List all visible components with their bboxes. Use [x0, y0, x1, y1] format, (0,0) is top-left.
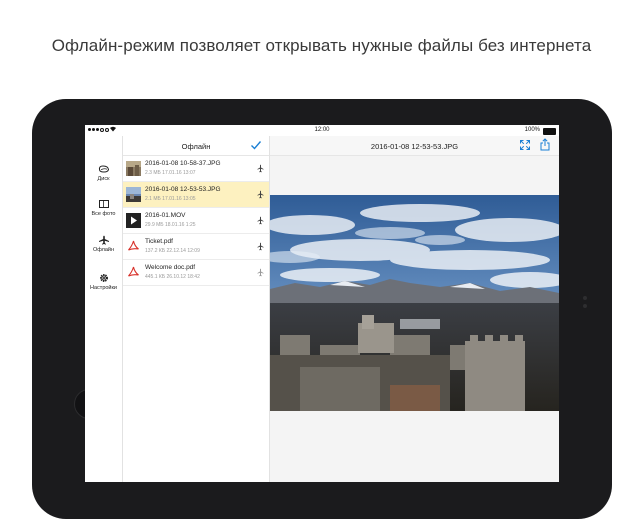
- image-thumbnail: [126, 187, 141, 202]
- sidebar-item-label: Диск: [97, 176, 110, 182]
- file-name: 2016-01.MOV: [145, 212, 186, 219]
- headline: Офлайн-режим позволяет открывать нужные …: [51, 36, 592, 55]
- pdf-icon: [128, 266, 139, 277]
- file-name: Ticket.pdf: [145, 238, 173, 245]
- airplane-icon: [257, 268, 264, 277]
- sidebar-item-settings[interactable]: Настройки: [85, 273, 122, 291]
- airplane-icon: [257, 216, 264, 225]
- sidebar-item-disk[interactable]: Диск: [85, 164, 122, 182]
- file-meta: 2.1 МБ 17.01.16 13:05: [145, 196, 196, 202]
- battery-icon: [543, 128, 556, 135]
- status-time: 12:00: [314, 127, 330, 133]
- video-thumbnail: [126, 213, 141, 228]
- sidebar: Диск Все фото Офлайн Настройки: [85, 136, 123, 482]
- file-meta: 445.1 КБ 26.10.12 18:42: [145, 274, 200, 280]
- file-name: Welcome doc.pdf: [145, 264, 196, 271]
- airplane-icon: [257, 164, 264, 173]
- panel-title: Офлайн: [181, 142, 211, 151]
- file-name: 2016-01-08 12-53-53.JPG: [145, 186, 221, 193]
- sidebar-item-photos[interactable]: Все фото: [85, 199, 122, 217]
- image-thumbnail: [126, 161, 141, 176]
- file-meta: 2.3 МБ 17.01.16 13:07: [145, 170, 196, 176]
- file-list-header: Офлайн: [123, 136, 269, 156]
- file-row[interactable]: Ticket.pdf 137.2 КБ 22.12.14 12:09: [123, 234, 269, 260]
- side-sensor: [583, 304, 587, 308]
- sidebar-item-label: Все фото: [91, 211, 116, 217]
- sidebar-item-label: Настройки: [90, 285, 117, 291]
- viewer-header: 2016-01-08 12-53-53.JPG: [270, 136, 559, 156]
- airplane-icon: [257, 190, 264, 199]
- file-row[interactable]: Welcome doc.pdf 445.1 КБ 26.10.12 18:42: [123, 260, 269, 286]
- checkmark-icon[interactable]: [250, 139, 262, 151]
- sidebar-item-label: Офлайн: [92, 247, 115, 253]
- viewer-title: 2016-01-08 12-53-53.JPG: [370, 142, 459, 151]
- photos-icon: [98, 200, 109, 208]
- share-icon[interactable]: [539, 138, 551, 151]
- status-bar: 12:00 100%: [85, 125, 559, 136]
- sidebar-item-offline[interactable]: Офлайн: [85, 235, 122, 253]
- file-name: 2016-01-08 10-58-37.JPG: [145, 160, 221, 167]
- file-row[interactable]: 2016-01.MOV 29.9 МБ 18.01.16 1:25: [123, 208, 269, 234]
- app-screen: 12:00 100% Диск Все фото Офлайн Настройк…: [85, 125, 559, 482]
- file-meta: 137.2 КБ 22.12.14 12:09: [145, 248, 200, 254]
- gear-icon: [99, 273, 108, 283]
- airplane-icon: [257, 242, 264, 251]
- side-sensor: [583, 296, 587, 300]
- photo-preview: [270, 195, 559, 411]
- file-row-selected[interactable]: 2016-01-08 12-53-53.JPG 2.1 МБ 17.01.16 …: [123, 182, 269, 208]
- image-viewer: 2016-01-08 12-53-53.JPG: [270, 136, 559, 482]
- pdf-icon: [128, 240, 139, 251]
- file-list-panel: Офлайн 2016-01-08 10-58-37.JPG 2.3 МБ 17…: [123, 136, 270, 482]
- airplane-icon: [98, 235, 109, 245]
- expand-icon[interactable]: [519, 139, 531, 151]
- file-meta: 29.9 МБ 18.01.16 1:25: [145, 222, 196, 228]
- battery-percent: 100%: [524, 127, 540, 133]
- disk-icon: [98, 165, 109, 173]
- file-row[interactable]: 2016-01-08 10-58-37.JPG 2.3 МБ 17.01.16 …: [123, 156, 269, 182]
